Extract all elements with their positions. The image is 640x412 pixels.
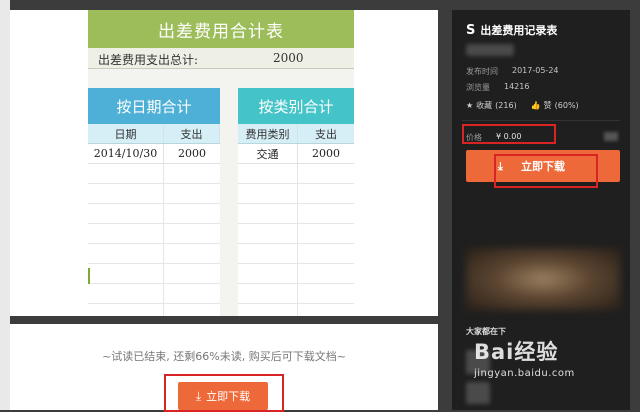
like-label: 赞 — [543, 101, 552, 110]
by-category-title: 按类别合计 — [238, 88, 354, 124]
highlight-box — [164, 374, 284, 412]
divider — [462, 120, 620, 121]
views-value: 14216 — [504, 82, 530, 91]
empty-row — [88, 284, 220, 304]
table-cell: 交通 — [238, 144, 298, 163]
table-cell: 2014/10/30 — [88, 144, 164, 163]
total-row: 出差费用支出总计: 2000 — [88, 48, 354, 69]
empty-row — [238, 284, 354, 304]
spreadsheet: 出差费用合计表 出差费用支出总计: 2000 按日期合计 日期 支出 2014/… — [88, 10, 354, 316]
selection-marker — [88, 268, 90, 284]
table-row: 2014/10/30 2000 — [88, 144, 220, 164]
panel-title: S 出差费用记录表 — [466, 22, 557, 38]
like-button[interactable]: 👍 赞 (60%) — [531, 100, 579, 111]
favorite-button[interactable]: ★ 收藏 (216) — [466, 100, 517, 111]
table-row: 交通 2000 — [238, 144, 354, 164]
thumbs-up-icon: 👍 — [530, 101, 541, 110]
download-highlight-box — [494, 154, 598, 188]
baidu-jingyan-watermark: Bai经验 jingyan.baidu.com — [474, 336, 575, 379]
total-label: 出差费用支出总计: — [98, 53, 199, 67]
star-icon: ★ — [466, 101, 474, 110]
blurred-text — [604, 132, 618, 141]
empty-row — [88, 164, 220, 184]
favorite-count: (216) — [495, 101, 517, 110]
empty-row — [238, 244, 354, 264]
empty-row — [238, 264, 354, 284]
publish-label: 发布时间 — [466, 67, 498, 76]
like-percent: (60%) — [554, 101, 579, 110]
stats-row: ★ 收藏 (216) 👍 赞 (60%) — [466, 100, 579, 111]
empty-row — [238, 304, 354, 316]
views-label: 浏览量 — [466, 83, 490, 92]
empty-row — [88, 204, 220, 224]
by-date-table: 按日期合计 日期 支出 2014/10/30 2000 — [88, 88, 220, 316]
table-header-row: 费用类别 支出 — [238, 124, 354, 144]
price-highlight-box — [462, 124, 556, 144]
empty-row — [88, 184, 220, 204]
views-row: 浏览量 14216 — [466, 82, 529, 93]
empty-row — [238, 224, 354, 244]
empty-row — [88, 304, 220, 316]
publish-date-row: 发布时间 2017-05-24 — [466, 66, 559, 77]
wm-brand: Bai经验 — [474, 340, 559, 364]
trial-ended-text: ~试读已结束, 还剩66%未读, 购买后可下载文档~ — [102, 350, 346, 363]
blurred-thumbnail — [466, 248, 620, 310]
sheet-title: 出差费用合计表 — [88, 10, 354, 48]
by-date-title: 按日期合计 — [88, 88, 220, 124]
by-category-table: 按类别合计 费用类别 支出 交通 2000 — [238, 88, 354, 316]
table-cell: 2000 — [312, 147, 340, 160]
wm-url: jingyan.baidu.com — [474, 368, 575, 379]
table-cell: 2000 — [178, 147, 206, 160]
column-header: 支出 — [315, 127, 337, 141]
publish-date: 2017-05-24 — [512, 66, 559, 75]
total-value: 2000 — [273, 51, 304, 65]
panel-title-text: 出差费用记录表 — [480, 24, 558, 37]
document-preview: 出差费用合计表 出差费用支出总计: 2000 按日期合计 日期 支出 2014/… — [10, 10, 438, 316]
document-type-icon: S — [466, 22, 476, 38]
empty-row — [88, 264, 220, 284]
blurred-item — [466, 382, 490, 404]
column-header: 费用类别 — [238, 124, 298, 143]
author-name-blurred — [466, 44, 514, 56]
table-header-row: 日期 支出 — [88, 124, 220, 144]
column-header: 支出 — [164, 124, 220, 143]
page-left-strip — [0, 0, 10, 410]
preview-footer: ~试读已结束, 还剩66%未读, 购买后可下载文档~ ⤓ 立即下载 — [10, 324, 438, 412]
empty-row — [88, 244, 220, 264]
empty-row — [88, 224, 220, 244]
column-header: 日期 — [88, 124, 164, 143]
empty-row — [238, 164, 354, 184]
empty-row — [238, 204, 354, 224]
favorite-label: 收藏 — [476, 101, 493, 110]
empty-row — [238, 184, 354, 204]
